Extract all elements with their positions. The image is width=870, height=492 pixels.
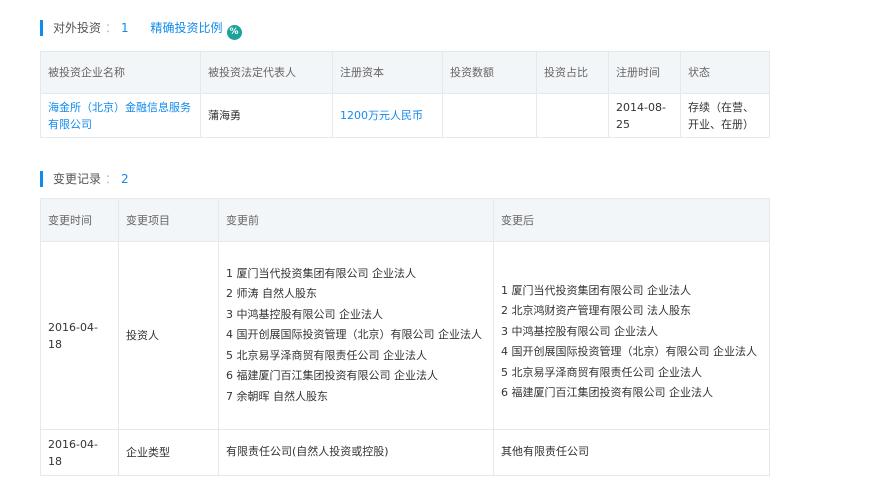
amount-cell xyxy=(442,93,537,138)
changes-title: 变更记录 xyxy=(53,172,102,186)
company-cell: 海金所（北京）金融信息服务有限公司 xyxy=(40,93,201,138)
investment-title: 对外投资 xyxy=(53,21,102,35)
change-before-cell: 1 厦门当代投资集团有限公司 企业法人 2 师涛 自然人股东 3 中鸿基控股有限… xyxy=(218,241,494,430)
capital-cell: 1200万元人民币 xyxy=(332,93,443,138)
col-header-ratio: 投资占比 xyxy=(536,51,609,94)
reg-date-cell: 2014-08-25 xyxy=(608,93,681,138)
col-header-before: 变更前 xyxy=(218,198,494,242)
col-header-after: 变更后 xyxy=(493,198,770,242)
changes-title-separator: ： xyxy=(105,172,118,186)
list-item: 4 国开创展国际投资管理（北京）有限公司 企业法人 xyxy=(501,345,757,359)
list-item: 3 中鸿基控股有限公司 企业法人 xyxy=(226,307,383,321)
investment-section-title: 对外投资： 1 精确投资比例% xyxy=(40,20,242,40)
table-row: 2016-04-18 投资人 1 厦门当代投资集团有限公司 企业法人 2 师涛 … xyxy=(40,241,770,430)
change-item-cell: 企业类型 xyxy=(118,429,219,476)
legal-rep-cell: 蒲海勇 xyxy=(200,93,333,138)
col-header-status: 状态 xyxy=(680,51,770,94)
col-header-change-date: 变更时间 xyxy=(40,198,119,242)
list-item: 有限责任公司(自然人投资或控股) xyxy=(226,445,389,459)
table-row: 海金所（北京）金融信息服务有限公司 蒲海勇 1200万元人民币 2014-08-… xyxy=(40,93,770,138)
list-item: 6 福建厦门百江集团投资有限公司 企业法人 xyxy=(501,386,713,400)
col-header-company: 被投资企业名称 xyxy=(40,51,201,94)
col-header-reg-date: 注册时间 xyxy=(608,51,681,94)
investment-count: 1 xyxy=(121,21,129,35)
list-item: 5 北京易孚泽商贸有限责任公司 企业法人 xyxy=(226,348,427,362)
ratio-link-label: 精确投资比例 xyxy=(150,21,223,35)
table-row: 2016-04-18 企业类型 有限责任公司(自然人投资或控股) 其他有限责任公… xyxy=(40,429,770,476)
list-item: 2 北京鸿财资产管理有限公司 法人股东 xyxy=(501,304,691,318)
change-after-cell: 其他有限责任公司 xyxy=(493,429,770,476)
list-item: 2 师涛 自然人股东 xyxy=(226,287,317,301)
list-item: 其他有限责任公司 xyxy=(501,445,589,459)
investment-title-separator: ： xyxy=(105,21,118,35)
change-before-cell: 有限责任公司(自然人投资或控股) xyxy=(218,429,494,476)
company-link[interactable]: 海金所（北京）金融信息服务有限公司 xyxy=(48,101,191,131)
list-item: 3 中鸿基控股有限公司 企业法人 xyxy=(501,324,658,338)
change-after-cell: 1 厦门当代投资集团有限公司 企业法人 2 北京鸿财资产管理有限公司 法人股东 … xyxy=(493,241,770,430)
list-item: 4 国开创展国际投资管理（北京）有限公司 企业法人 xyxy=(226,328,482,342)
changes-section-title: 变更记录： 2 xyxy=(40,171,129,187)
list-item: 7 余朝晖 自然人股东 xyxy=(226,389,328,403)
list-item: 5 北京易孚泽商贸有限责任公司 企业法人 xyxy=(501,365,702,379)
change-item-cell: 投资人 xyxy=(118,241,219,430)
investment-header-row: 被投资企业名称 被投资法定代表人 注册资本 投资数额 投资占比 注册时间 状态 xyxy=(40,51,770,94)
capital-link[interactable]: 1200万元人民币 xyxy=(340,109,423,122)
changes-header-row: 变更时间 变更项目 变更前 变更后 xyxy=(40,198,770,242)
col-header-amount: 投资数额 xyxy=(442,51,537,94)
list-item: 1 厦门当代投资集团有限公司 企业法人 xyxy=(226,267,416,281)
ratio-cell xyxy=(536,93,609,138)
change-date-cell: 2016-04-18 xyxy=(40,241,119,430)
col-header-legal-rep: 被投资法定代表人 xyxy=(200,51,333,94)
list-item: 6 福建厦门百江集团投资有限公司 企业法人 xyxy=(226,369,438,383)
col-header-capital: 注册资本 xyxy=(332,51,443,94)
change-date-cell: 2016-04-18 xyxy=(40,429,119,476)
col-header-change-item: 变更项目 xyxy=(118,198,219,242)
investment-table: 被投资企业名称 被投资法定代表人 注册资本 投资数额 投资占比 注册时间 状态 … xyxy=(40,51,770,138)
changes-count: 2 xyxy=(121,172,129,186)
list-item: 1 厦门当代投资集团有限公司 企业法人 xyxy=(501,284,691,297)
changes-table: 变更时间 变更项目 变更前 变更后 2016-04-18 投资人 1 厦门当代投… xyxy=(40,198,770,476)
status-cell: 存续（在营、开业、在册） xyxy=(680,93,770,138)
percent-icon[interactable]: % xyxy=(226,25,242,40)
ratio-link[interactable]: 精确投资比例% xyxy=(150,21,242,40)
